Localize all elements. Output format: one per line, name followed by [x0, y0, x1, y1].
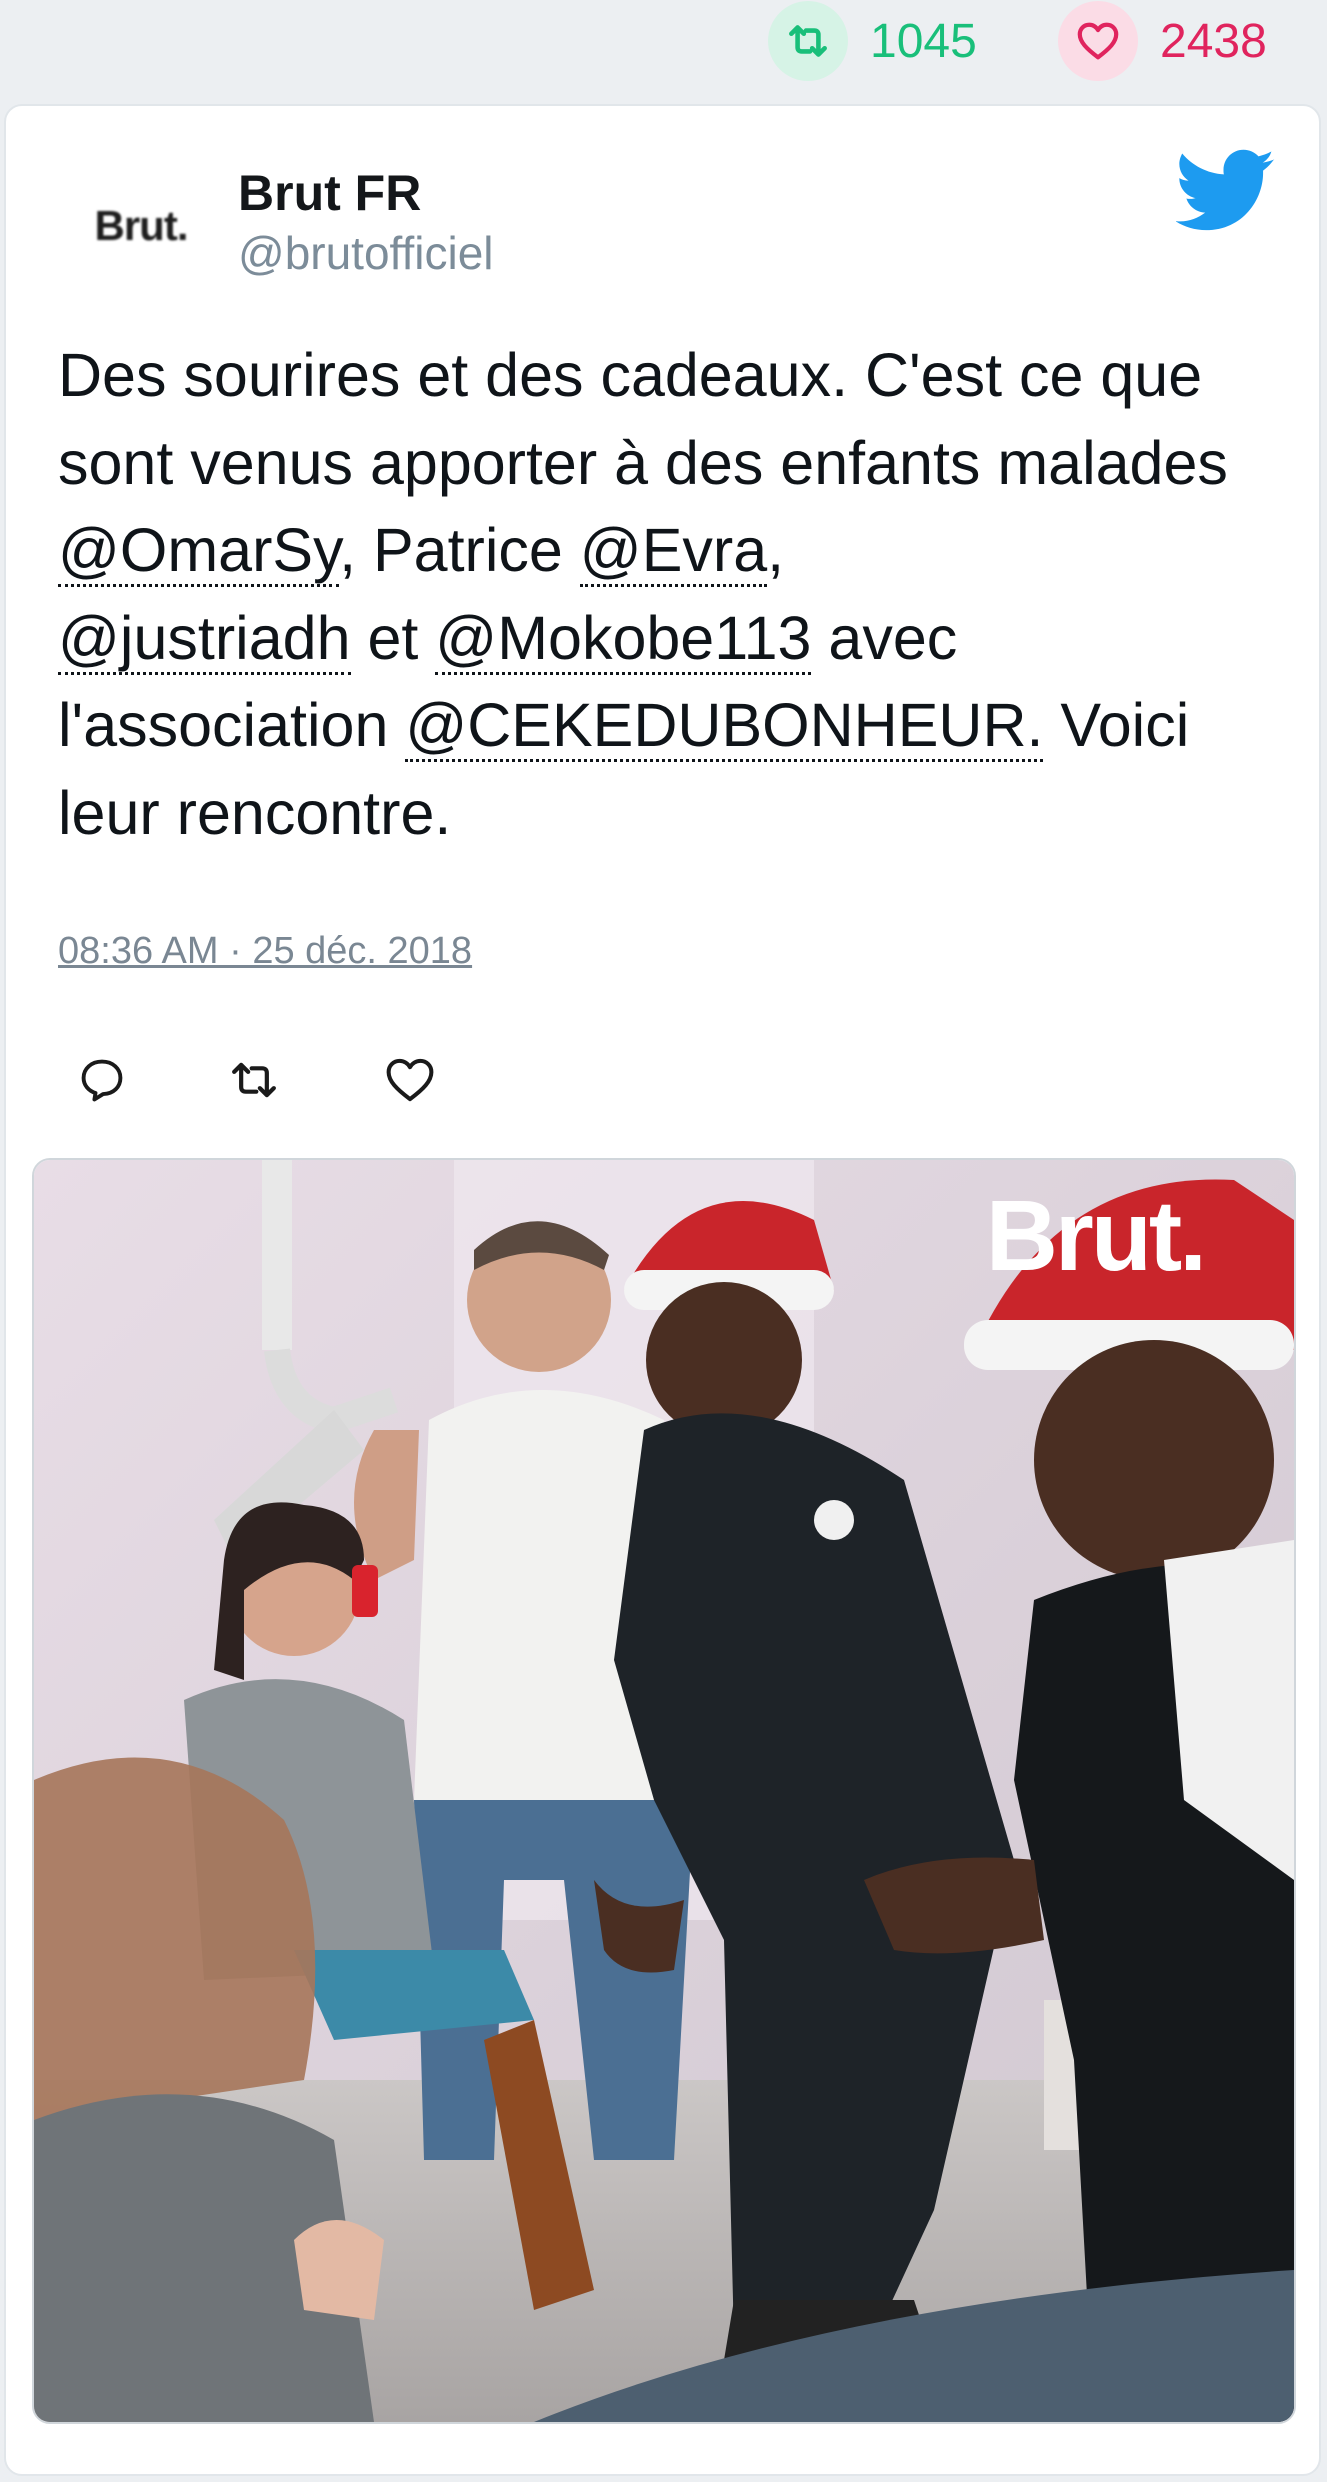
reply-button[interactable] — [72, 1050, 132, 1110]
author-handle[interactable]: @brutofficiel — [238, 226, 494, 280]
author-name[interactable]: Brut FR — [238, 164, 421, 222]
tweet-card: Brut. Brut FR @brutofficiel Des sourires… — [4, 104, 1321, 2476]
avatar[interactable]: Brut. — [76, 186, 206, 266]
tweet-text-segment: , Patrice — [339, 516, 580, 584]
tweet-media-photo[interactable]: Brut. — [32, 1158, 1296, 2424]
brut-watermark: Brut. — [986, 1180, 1204, 1292]
like-button[interactable] — [380, 1050, 440, 1110]
reply-icon — [81, 1059, 123, 1102]
photo-illustration: Brut. — [34, 1160, 1294, 2422]
mention-evra[interactable]: @Evra — [579, 516, 768, 587]
retweet-stat[interactable]: 1045 — [768, 1, 977, 81]
tweet-text-segment: Des sourires et des cadeaux. C'est ce qu… — [58, 341, 1228, 497]
like-count: 2438 — [1160, 14, 1267, 68]
retweet-button[interactable] — [224, 1050, 284, 1110]
tweet-text: Des sourires et des cadeaux. C'est ce qu… — [58, 332, 1288, 857]
tweet-stats-bar: 1045 2438 — [0, 0, 1327, 100]
mention-justriadh[interactable]: @justriadh — [58, 603, 351, 675]
mention-cekedubonheur[interactable]: @CEKEDUBONHEUR. — [405, 691, 1044, 762]
retweet-icon — [768, 1, 848, 81]
mention-mokobe113[interactable]: @Mokobe113 — [435, 603, 812, 675]
tweet-timestamp[interactable]: 08:36 AM · 25 déc. 2018 — [58, 930, 472, 973]
twitter-bird-icon[interactable] — [1176, 148, 1276, 234]
like-stat[interactable]: 2438 — [1058, 1, 1267, 81]
mention-omarsy[interactable]: @OmarSy — [58, 516, 340, 587]
heart-icon — [1058, 1, 1138, 81]
tweet-text-segment: et — [350, 603, 436, 672]
tweet-text-segment: , — [767, 516, 785, 584]
retweet-icon — [232, 1062, 276, 1098]
heart-icon — [386, 1058, 434, 1102]
retweet-count: 1045 — [870, 14, 977, 68]
